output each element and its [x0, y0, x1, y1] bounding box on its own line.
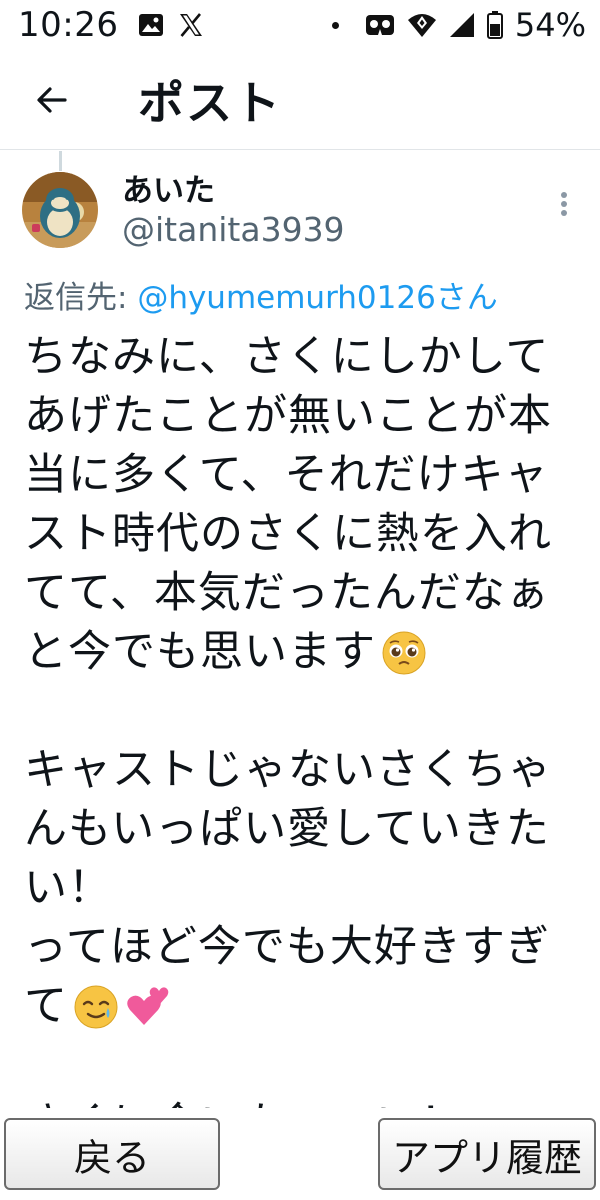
top-app-bar: ポスト: [0, 50, 600, 150]
post-line: て: [24, 977, 584, 1036]
status-time: 10:26: [18, 5, 119, 45]
reply-to-mention-link[interactable]: @hyumemurh0126さん: [137, 280, 498, 316]
avatar[interactable]: [22, 172, 98, 248]
more-dot: [561, 210, 567, 216]
post-line: さくに会いたーーい！: [24, 1095, 584, 1108]
post-line: と今でも思います: [24, 623, 584, 682]
bottom-navigation-bar: 戻る アプリ履歴: [0, 1112, 600, 1200]
smiling-face-with-tear-emoji: [74, 985, 118, 1028]
signal-icon: [449, 13, 474, 37]
more-dot: [561, 192, 567, 198]
author-handle[interactable]: @itanita3939: [122, 210, 345, 249]
thread-connector-line: [59, 151, 62, 171]
vr-icon: [365, 15, 394, 35]
post-line: てて、本気だったんだなぁ: [24, 568, 550, 618]
page-title: ポスト: [138, 75, 282, 130]
wifi-icon: [407, 14, 436, 37]
pleading-face-emoji: [382, 631, 426, 674]
x-logo-icon: [180, 13, 203, 37]
post-line-text: と今でも思います: [24, 627, 376, 677]
post-line-text: て: [24, 981, 68, 1031]
post-line: ってほど今でも大好きすぎ: [24, 922, 550, 972]
image-icon: [139, 14, 164, 36]
reply-to-line: 返信先: @hyumemurh0126さん: [24, 272, 498, 317]
post-line: あげたことが無いことが本: [24, 391, 552, 441]
post-line: 当に多くて、それだけキャ: [24, 450, 549, 500]
notification-dot-icon: [331, 21, 339, 29]
post-line: い！: [24, 863, 112, 913]
more-options-button[interactable]: [552, 186, 576, 222]
status-bar: 10:26 54%: [0, 0, 600, 50]
post-text: ちなみに、さくにしかして あげたことが無いことが本 当に多くて、それだけキャ ス…: [24, 328, 584, 1108]
post-line: キャストじゃないさくちゃ: [24, 745, 552, 795]
reply-to-label: 返信先:: [24, 280, 138, 316]
battery-percent: 54%: [514, 6, 586, 44]
post-line: スト時代のさくに熱を入れ: [24, 509, 552, 559]
two-hearts-emoji: [127, 986, 169, 1025]
more-dot: [561, 201, 567, 207]
back-button[interactable]: [22, 70, 82, 130]
author-name[interactable]: あいた: [122, 165, 215, 210]
battery-icon: [486, 11, 503, 39]
nav-back-button[interactable]: 戻る: [4, 1118, 220, 1190]
arrow-left-icon: [37, 86, 67, 113]
app-history-button[interactable]: アプリ履歴: [378, 1118, 596, 1190]
post-line: んもいっぱい愛していきた: [24, 804, 550, 854]
post-line: ちなみに、さくにしかして: [24, 332, 550, 382]
